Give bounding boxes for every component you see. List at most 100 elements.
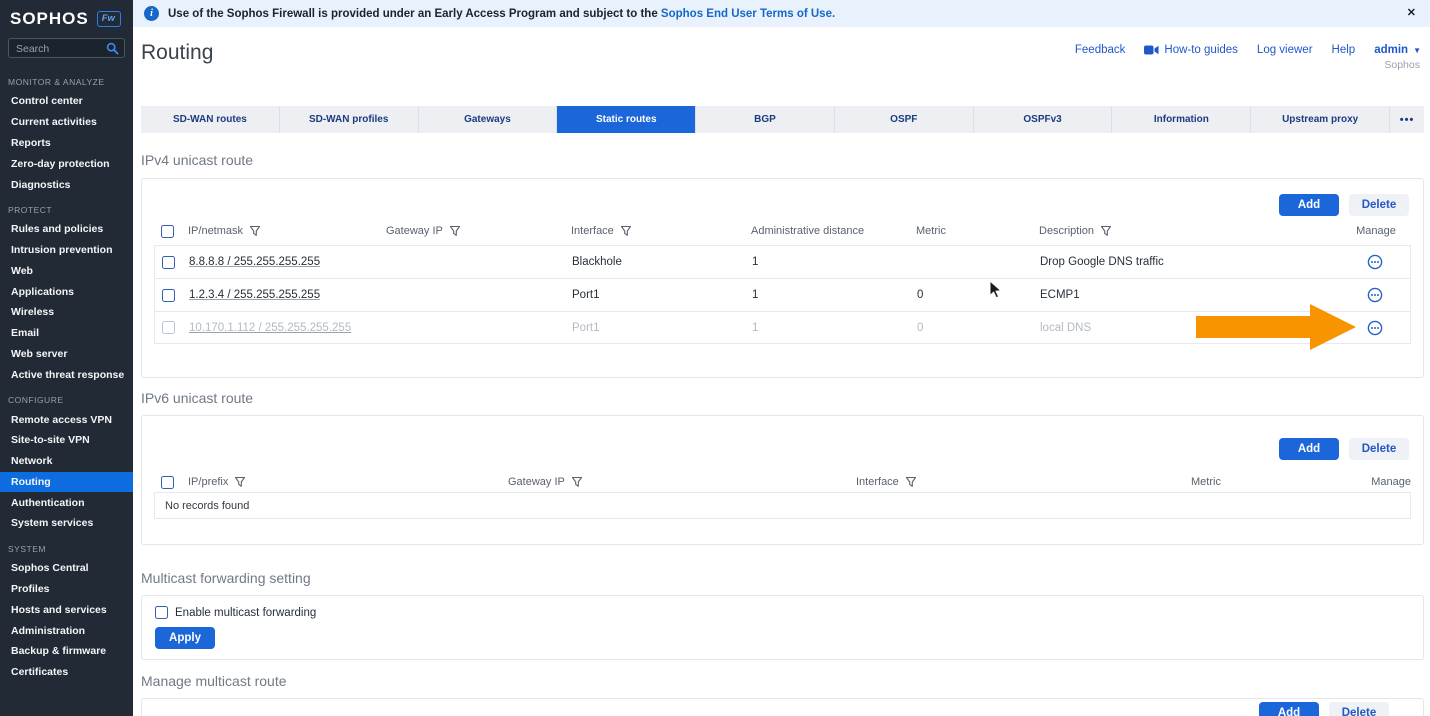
tab-upstream-proxy[interactable]: Upstream proxy — [1251, 106, 1390, 133]
manage-actions-icon[interactable] — [1367, 254, 1383, 270]
log-viewer-link[interactable]: Log viewer — [1257, 44, 1313, 56]
select-all-checkbox[interactable] — [161, 225, 174, 238]
eula-link[interactable]: Sophos End User Terms of Use. — [661, 8, 835, 20]
sidebar-item-web-server[interactable]: Web server — [0, 344, 133, 365]
filter-icon[interactable] — [571, 476, 583, 488]
manage-actions-icon[interactable] — [1367, 287, 1383, 303]
route-ip-link[interactable]: 8.8.8.8 / 255.255.255.255 — [189, 256, 320, 268]
sidebar-item-system-services[interactable]: System services — [0, 513, 133, 534]
col-gateway-ip: Gateway IP — [386, 225, 443, 237]
sidebar-item-routing[interactable]: Routing — [0, 472, 133, 493]
ipv4-delete-button[interactable]: Delete — [1349, 194, 1409, 216]
close-icon[interactable]: ✕ — [1407, 6, 1416, 19]
multicast-route-title: Manage multicast route — [141, 673, 287, 689]
sidebar-item-administration[interactable]: Administration — [0, 620, 133, 641]
sidebar-item-certificates[interactable]: Certificates — [0, 662, 133, 683]
search-icon[interactable] — [106, 42, 119, 55]
multicast-setting-title: Multicast forwarding setting — [141, 570, 311, 586]
page-title: Routing — [141, 41, 213, 65]
multicast-delete-button[interactable]: Delete — [1329, 702, 1389, 716]
tab-ospf[interactable]: OSPF — [835, 106, 974, 133]
tab-ospfv3[interactable]: OSPFv3 — [974, 106, 1113, 133]
route-interface: Blackhole — [572, 256, 752, 268]
route-distance: 1 — [752, 289, 917, 301]
banner-text: Use of the Sophos Firewall is provided u… — [168, 8, 835, 20]
sidebar-item-remote-access-vpn[interactable]: Remote access VPN — [0, 409, 133, 430]
sidebar-item-web[interactable]: Web — [0, 260, 133, 281]
col-interface: Interface — [571, 225, 614, 237]
ipv4-add-button[interactable]: Add — [1279, 194, 1339, 216]
multicast-add-button[interactable]: Add — [1259, 702, 1319, 716]
tab-static-routes[interactable]: Static routes — [557, 106, 696, 133]
sidebar-item-sophos-central[interactable]: Sophos Central — [0, 558, 133, 579]
route-metric: 0 — [917, 322, 1040, 334]
sidebar-item-diagnostics[interactable]: Diagnostics — [0, 174, 133, 195]
sidebar-item-profiles[interactable]: Profiles — [0, 579, 133, 600]
route-description: ECMP1 — [1040, 289, 1340, 301]
sidebar-item-authentication[interactable]: Authentication — [0, 492, 133, 513]
user-name: admin — [1374, 44, 1408, 56]
route-ip-link[interactable]: 1.2.3.4 / 255.255.255.255 — [189, 289, 320, 301]
row-checkbox[interactable] — [162, 289, 175, 302]
sidebar-item-current-activities[interactable]: Current activities — [0, 112, 133, 133]
tab-sd-wan-profiles[interactable]: SD-WAN profiles — [280, 106, 419, 133]
sidebar-search — [8, 38, 125, 58]
sidebar-item-active-threat-response[interactable]: Active threat response — [0, 364, 133, 385]
route-metric: 0 — [917, 289, 1040, 301]
ipv6-add-button[interactable]: Add — [1279, 438, 1339, 460]
route-description: Drop Google DNS traffic — [1040, 256, 1340, 268]
row-checkbox[interactable] — [162, 256, 175, 269]
manage-actions-icon[interactable] — [1367, 320, 1383, 336]
enable-multicast-checkbox[interactable] — [155, 606, 168, 619]
sidebar-item-reports[interactable]: Reports — [0, 133, 133, 154]
sidebar-item-hosts-and-services[interactable]: Hosts and services — [0, 599, 133, 620]
select-all-checkbox[interactable] — [161, 476, 174, 489]
sidebar-item-control-center[interactable]: Control center — [0, 91, 133, 112]
user-menu[interactable]: admin ▼ — [1374, 44, 1421, 56]
ipv4-section-title: IPv4 unicast route — [141, 152, 253, 168]
sidebar-item-backup-firmware[interactable]: Backup & firmware — [0, 641, 133, 662]
header-links: Feedback How-to guides Log viewer Help a… — [1075, 44, 1421, 56]
tab-gateways[interactable]: Gateways — [419, 106, 558, 133]
enable-multicast-label: Enable multicast forwarding — [175, 607, 316, 619]
filter-icon[interactable] — [620, 225, 632, 237]
route-ip-link[interactable]: 10.170.1.112 / 255.255.255.255 — [189, 322, 351, 334]
sophos-firewall-app: SOPHOS Fw MONITOR & ANALYZE Control cent… — [0, 0, 1430, 716]
sidebar-item-wireless[interactable]: Wireless — [0, 302, 133, 323]
sidebar-item-email[interactable]: Email — [0, 323, 133, 344]
row-checkbox[interactable] — [162, 321, 175, 334]
col-description: Description — [1039, 225, 1094, 237]
sidebar-item-network[interactable]: Network — [0, 451, 133, 472]
sidebar-item-applications[interactable]: Applications — [0, 281, 133, 302]
tab-bgp[interactable]: BGP — [696, 106, 835, 133]
sidebar-item-intrusion-prevention[interactable]: Intrusion prevention — [0, 240, 133, 261]
tab-information[interactable]: Information — [1112, 106, 1251, 133]
sidebar-item-site-to-site-vpn[interactable]: Site-to-site VPN — [0, 430, 133, 451]
filter-icon[interactable] — [234, 476, 246, 488]
feedback-link[interactable]: Feedback — [1075, 44, 1126, 56]
help-link[interactable]: Help — [1332, 44, 1356, 56]
sidebar-item-rules-and-policies[interactable]: Rules and policies — [0, 219, 133, 240]
filter-icon[interactable] — [249, 225, 261, 237]
col-metric: Metric — [1191, 476, 1221, 488]
filter-icon[interactable] — [1100, 225, 1112, 237]
ipv4-table-body: 8.8.8.8 / 255.255.255.255 Blackhole 1 Dr… — [154, 245, 1411, 344]
ipv4-table-header: IP/netmask Gateway IP Interface Administ… — [154, 217, 1411, 245]
howto-guides-link[interactable]: How-to guides — [1144, 44, 1238, 56]
ipv6-delete-button[interactable]: Delete — [1349, 438, 1409, 460]
filter-icon[interactable] — [905, 476, 917, 488]
sidebar-section-configure: CONFIGURE — [0, 385, 133, 409]
tab-more-icon[interactable]: ••• — [1390, 106, 1424, 133]
col-ip-prefix: IP/prefix — [188, 476, 228, 488]
ipv6-section-title: IPv6 unicast route — [141, 390, 253, 406]
multicast-setting-panel: Enable multicast forwarding Apply — [141, 595, 1424, 660]
sidebar-item-zero-day-protection[interactable]: Zero-day protection — [0, 153, 133, 174]
ipv6-table-body: No records found — [154, 492, 1411, 519]
col-interface: Interface — [856, 476, 899, 488]
route-interface: Port1 — [572, 322, 752, 334]
filter-icon[interactable] — [449, 225, 461, 237]
howto-guides-label: How-to guides — [1164, 44, 1238, 56]
apply-button[interactable]: Apply — [155, 627, 215, 649]
tab-sd-wan-routes[interactable]: SD-WAN routes — [141, 106, 280, 133]
col-gateway-ip: Gateway IP — [508, 476, 565, 488]
